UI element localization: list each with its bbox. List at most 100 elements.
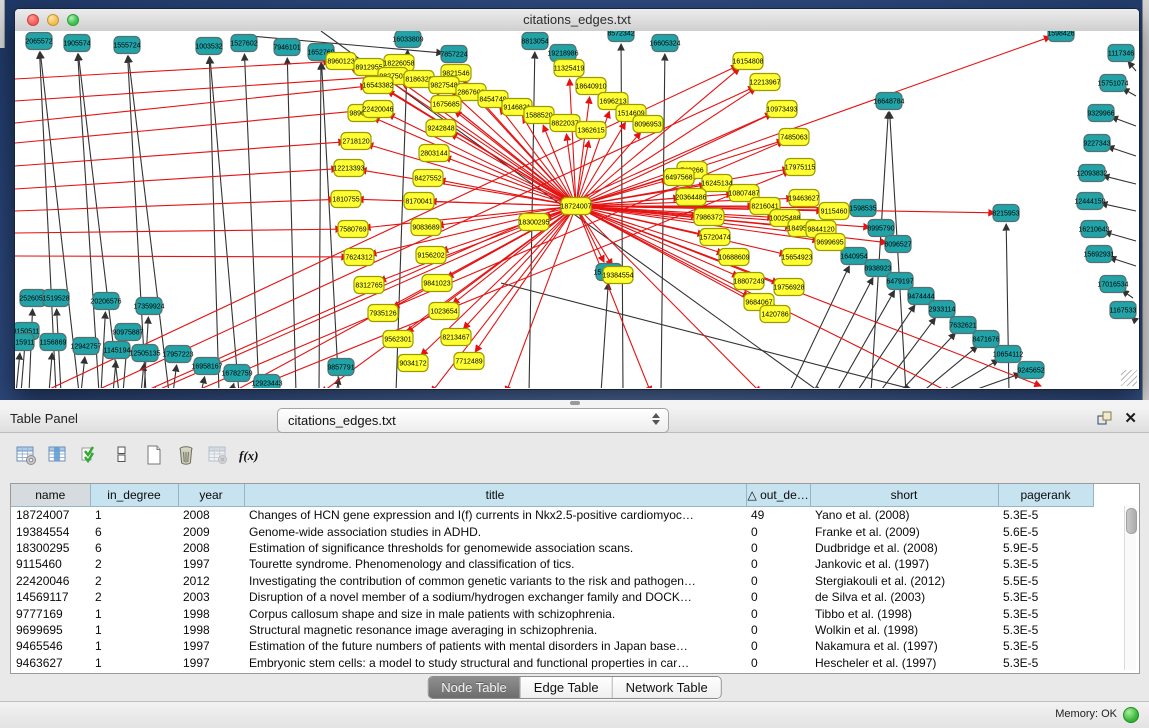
graph-edge[interactable]	[141, 113, 772, 388]
table-cell[interactable]: 2	[90, 573, 178, 589]
table-cell[interactable]: Stergiakouli et al. (2012)	[810, 573, 998, 589]
graph-edge[interactable]	[576, 97, 590, 206]
column-header-out_de[interactable]: △ out_de…	[746, 484, 810, 507]
graph-edge[interactable]	[15, 86, 367, 123]
table-cell[interactable]: 1998	[178, 622, 244, 638]
graph-node[interactable]: 1905574	[63, 35, 90, 52]
graph-node[interactable]: 8572342	[607, 31, 634, 42]
graph-node[interactable]: 9245652	[1017, 362, 1044, 379]
graph-node[interactable]: 90975887	[112, 324, 143, 341]
table-cell[interactable]: 9115460	[11, 556, 90, 572]
table-row[interactable]: 977716911998Corpus callosum shape and si…	[11, 605, 1093, 621]
graph-edge[interactable]	[319, 63, 321, 388]
table-cell[interactable]: Hescheler et al. (1997)	[810, 655, 998, 671]
table-cell[interactable]: 5.5E-5	[998, 573, 1093, 589]
table-cell[interactable]: 5.3E-5	[998, 638, 1093, 654]
table-cell[interactable]: 2	[90, 589, 178, 605]
table-cell[interactable]: 5.9E-5	[998, 540, 1093, 556]
graph-node[interactable]: 9562301	[383, 331, 413, 348]
graph-node[interactable]: 12213967	[749, 74, 780, 91]
graph-node[interactable]: 17016534	[1097, 276, 1128, 293]
table-cell[interactable]: 1997	[178, 556, 244, 572]
graph-node[interactable]: 7485063	[779, 129, 809, 146]
graph-node[interactable]: 11325419	[554, 60, 585, 77]
graph-node[interactable]: 8096527	[884, 236, 911, 253]
graph-node[interactable]: 22420046	[362, 101, 393, 118]
table-cell[interactable]: Tourette syndrome. Phenomenology and cla…	[244, 556, 746, 572]
graph-edge[interactable]	[943, 360, 999, 388]
citation-graph[interactable]: 2065572190557415557241003532152760279461…	[15, 31, 1139, 388]
graph-edge[interactable]	[201, 377, 205, 388]
graph-node[interactable]: 9115460	[819, 203, 849, 220]
graph-node[interactable]: 16154808	[732, 53, 763, 70]
graph-node[interactable]: 6479197	[886, 273, 913, 290]
graph-node[interactable]: 8938923	[864, 260, 891, 277]
column-header-pagerank[interactable]: pagerank	[998, 484, 1093, 507]
table-cell[interactable]: 5.6E-5	[998, 523, 1093, 539]
column-header-in_degree[interactable]: in_degree	[90, 484, 178, 507]
graph-node[interactable]: 3915911	[15, 334, 34, 351]
graph-node[interactable]: 16543382	[362, 77, 393, 94]
graph-node[interactable]: 17359924	[133, 298, 164, 315]
table-cell[interactable]: 5.3E-5	[998, 655, 1093, 671]
graph-node[interactable]: 18807249	[733, 273, 764, 290]
graph-node[interactable]: 9827548	[429, 77, 459, 94]
table-cell[interactable]: 2008	[178, 507, 244, 524]
table-cell[interactable]: 18300295	[11, 540, 90, 556]
table-cell[interactable]: Jankovic et al. (1997)	[810, 556, 998, 572]
table-cell[interactable]: 0	[746, 556, 810, 572]
table-cell[interactable]: 0	[746, 523, 810, 539]
table-row[interactable]: 1938455462009Genome-wide association stu…	[11, 523, 1093, 539]
table-row[interactable]: 969969511998Structural magnetic resonanc…	[11, 622, 1093, 638]
select-rows-icon[interactable]	[77, 444, 103, 470]
table-cell[interactable]: 9463627	[11, 655, 90, 671]
graph-edge[interactable]	[836, 291, 895, 388]
table-cell[interactable]: Changes of HCN gene expression and I(f) …	[244, 507, 746, 524]
graph-node[interactable]: 17957223	[162, 346, 193, 363]
graph-node[interactable]: 1117346	[1108, 45, 1134, 62]
graph-edge[interactable]	[231, 384, 234, 388]
graph-node[interactable]: 7580769	[338, 221, 368, 238]
table-cell[interactable]: 9777169	[11, 605, 90, 621]
graph-node[interactable]: 9841023	[422, 275, 452, 292]
column-header-title[interactable]: title	[244, 484, 746, 507]
graph-node[interactable]: 16605324	[649, 35, 680, 52]
table-cell[interactable]: Tibbo et al. (1998)	[810, 605, 998, 621]
graph-node[interactable]: 9034172	[398, 355, 428, 372]
graph-node[interactable]: 7624312	[344, 249, 374, 266]
graph-edge[interactable]	[1101, 203, 1136, 211]
graph-node[interactable]: 1640954	[840, 248, 867, 265]
graph-edge[interactable]	[576, 206, 761, 388]
graph-node[interactable]: 16782759	[221, 365, 252, 382]
graph-edge[interactable]	[173, 365, 177, 388]
row-height-icon[interactable]	[109, 444, 135, 470]
graph-edge[interactable]	[1128, 61, 1136, 71]
graph-node[interactable]: 18640910	[575, 78, 606, 95]
table-cell[interactable]: Structural magnetic resonance image aver…	[244, 622, 746, 638]
graph-node[interactable]: 19463627	[788, 190, 819, 207]
table-cell[interactable]: 5.3E-5	[998, 507, 1093, 524]
table-cell[interactable]: Corpus callosum shape and size in male p…	[244, 605, 746, 621]
graph-edge[interactable]	[244, 54, 259, 388]
graph-node[interactable]: 1145194	[104, 342, 131, 359]
table-cell[interactable]: 1997	[178, 655, 244, 671]
graph-node[interactable]: 1527602	[230, 35, 257, 52]
table-cell[interactable]: 2012	[178, 573, 244, 589]
graph-node[interactable]: 8427552	[413, 170, 443, 187]
table-cell[interactable]: 9465546	[11, 638, 90, 654]
graph-node[interactable]: 12942757	[70, 338, 101, 355]
graph-node[interactable]: 2803144	[419, 145, 449, 162]
graph-node[interactable]: 9699695	[815, 234, 845, 251]
table-row[interactable]: 911546021997Tourette syndrome. Phenomeno…	[11, 556, 1093, 572]
table-cell[interactable]: 2	[90, 556, 178, 572]
table-selector-dropdown[interactable]: citations_edges.txt	[277, 408, 669, 433]
table-cell[interactable]: 0	[746, 540, 810, 556]
table-row[interactable]: 2242004622012Investigating the contribut…	[11, 573, 1093, 589]
graph-edge[interactable]	[15, 199, 335, 211]
table-cell[interactable]: Disruption of a novel member of a sodium…	[244, 589, 746, 605]
tab-edge-table[interactable]: Edge Table	[521, 677, 613, 698]
graph-node[interactable]: 10973493	[766, 101, 797, 118]
graph-edge[interactable]	[15, 142, 345, 166]
function-builder-icon[interactable]: f(x)	[237, 444, 263, 470]
table-cell[interactable]: 9699695	[11, 622, 90, 638]
